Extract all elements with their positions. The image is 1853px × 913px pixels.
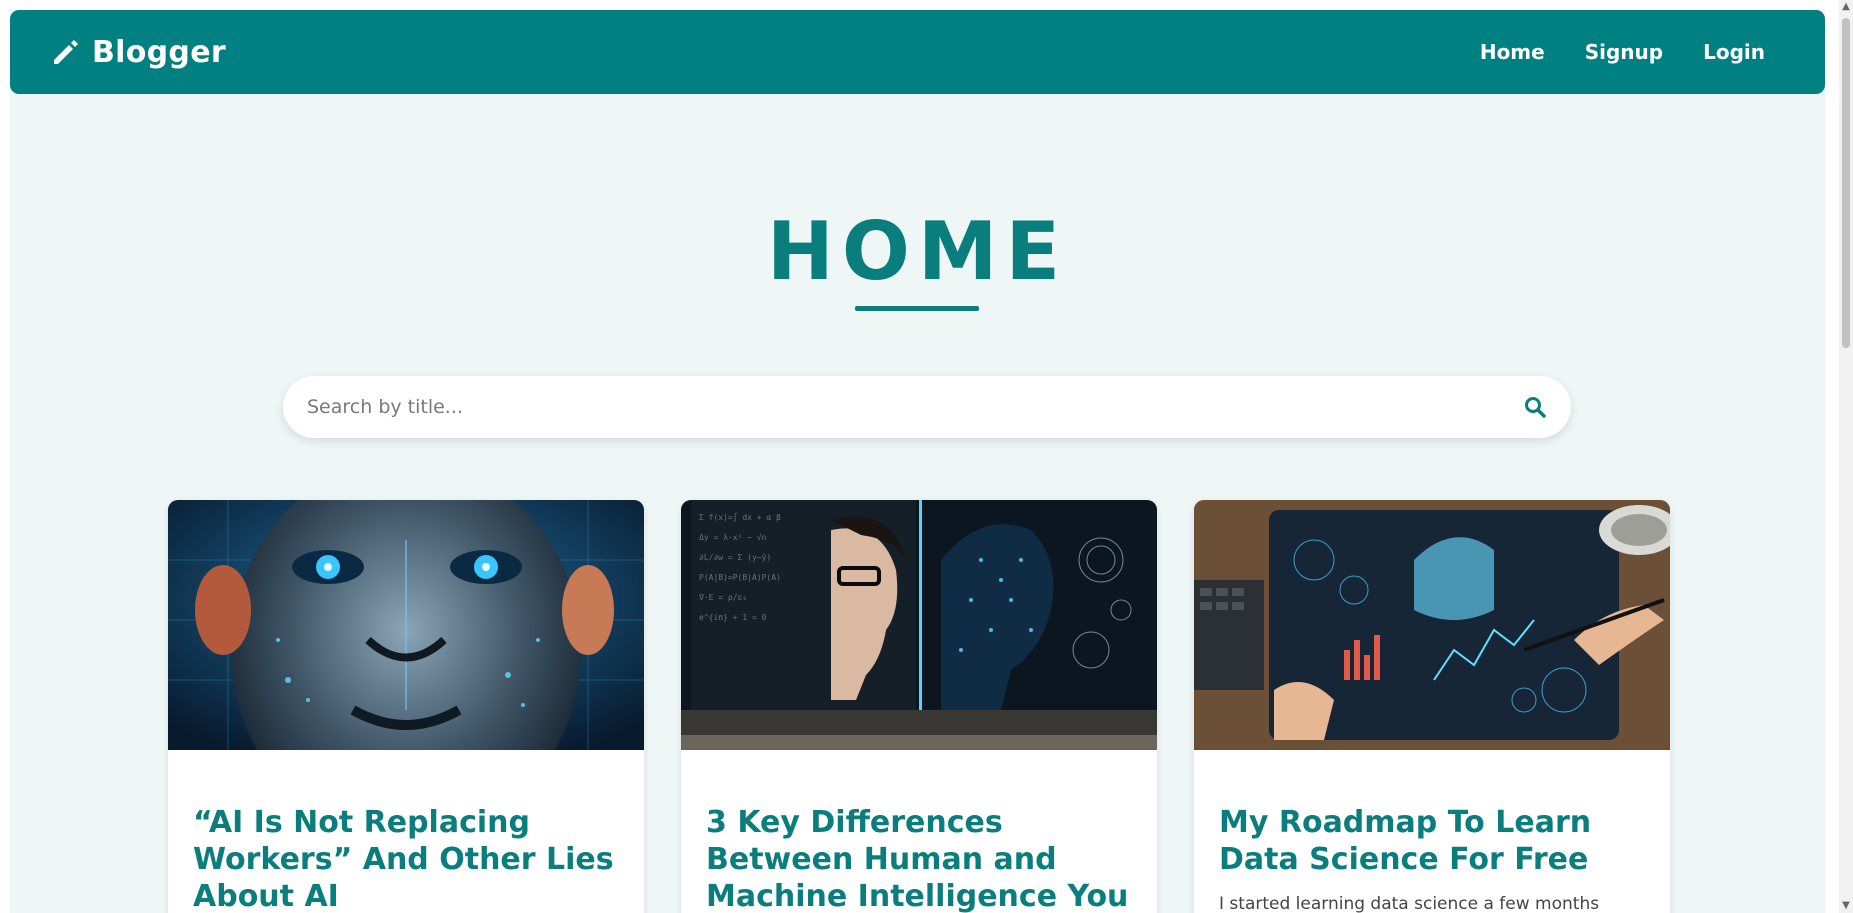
search-icon[interactable] xyxy=(1523,395,1547,419)
post-card[interactable]: My Roadmap To Learn Data Science For Fre… xyxy=(1194,500,1670,913)
scroll-up-icon[interactable]: ▲ xyxy=(1839,0,1853,14)
nav-link-signup[interactable]: Signup xyxy=(1585,40,1663,64)
navbar: Blogger Home Signup Login xyxy=(10,10,1825,94)
nav-links: Home Signup Login xyxy=(1480,40,1785,64)
robot-face-image xyxy=(168,500,644,750)
post-card[interactable]: Σ f(x)=∫ dx + α β Δy = λ·x² − √n ∂L/∂w =… xyxy=(681,500,1157,913)
svg-text:∇·E = ρ/ε₀: ∇·E = ρ/ε₀ xyxy=(698,593,747,602)
svg-text:P(A|B)=P(B|A)P(A): P(A|B)=P(B|A)P(A) xyxy=(699,573,781,582)
post-grid: “AI Is Not Replacing Workers” And Other … xyxy=(168,500,1670,913)
search-input[interactable] xyxy=(307,396,1523,418)
page-viewport: Blogger Home Signup Login HOME Search by… xyxy=(10,10,1825,913)
post-card[interactable]: “AI Is Not Replacing Workers” And Other … xyxy=(168,500,644,913)
post-title[interactable]: 3 Key Differences Between Human and Mach… xyxy=(706,804,1133,913)
search-bar xyxy=(283,376,1571,438)
title-underline xyxy=(855,306,979,311)
pencil-icon xyxy=(54,40,78,64)
brand-logo[interactable]: Blogger xyxy=(50,35,226,70)
svg-text:Σ f(x)=∫ dx + α β: Σ f(x)=∫ dx + α β xyxy=(699,513,781,522)
nav-link-login[interactable]: Login xyxy=(1703,40,1765,64)
post-title[interactable]: “AI Is Not Replacing Workers” And Other … xyxy=(193,804,620,913)
data-dashboard-tablet-image xyxy=(1194,500,1670,750)
scrollbar-thumb[interactable] xyxy=(1842,18,1850,348)
scroll-down-icon[interactable]: ▼ xyxy=(1839,899,1853,913)
page-scrollbar[interactable]: ▲ ▼ xyxy=(1839,0,1853,913)
brand-name: Blogger xyxy=(92,34,226,70)
page-title: HOME xyxy=(766,205,1069,298)
nav-link-home[interactable]: Home xyxy=(1480,40,1545,64)
svg-text:e^{iπ} + 1 = 0: e^{iπ} + 1 = 0 xyxy=(699,613,767,622)
svg-text:∂L/∂w = Σ (y−ŷ): ∂L/∂w = Σ (y−ŷ) xyxy=(699,553,771,562)
human-vs-ai-profile-image: Σ f(x)=∫ dx + α β Δy = λ·x² − √n ∂L/∂w =… xyxy=(681,500,1157,750)
post-title[interactable]: My Roadmap To Learn Data Science For Fre… xyxy=(1219,804,1646,878)
post-excerpt: I started learning data science a few mo… xyxy=(1219,894,1600,913)
svg-text:Δy = λ·x² − √n: Δy = λ·x² − √n xyxy=(699,533,767,542)
